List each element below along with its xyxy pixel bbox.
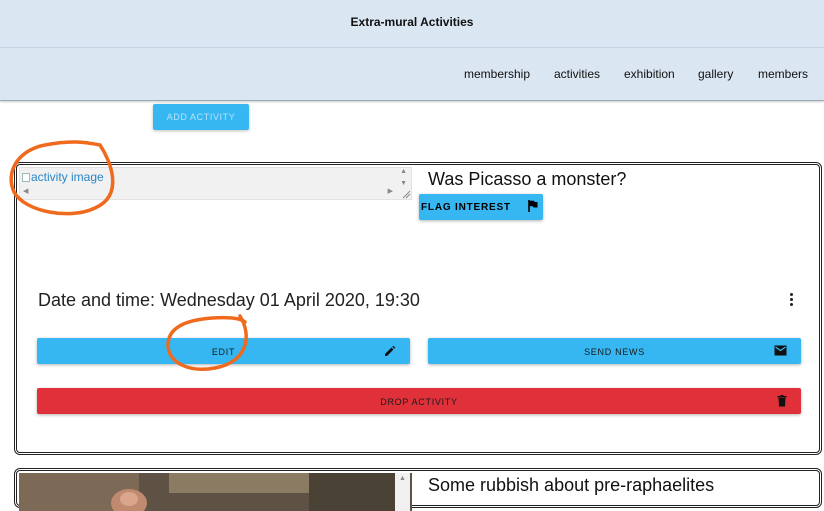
annotation-overlay [9, 140, 248, 371]
annotation-circle-image [9, 140, 115, 216]
annotation-circle-edit [166, 314, 248, 371]
